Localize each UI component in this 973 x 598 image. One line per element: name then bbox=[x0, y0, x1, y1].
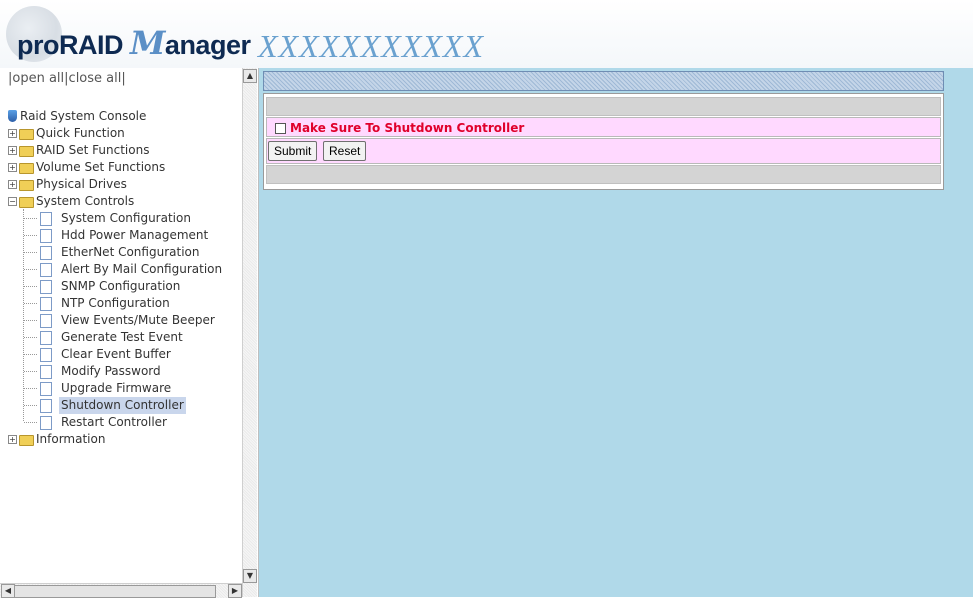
tree-connector bbox=[24, 303, 37, 305]
scroll-up-icon[interactable]: ▲ bbox=[243, 69, 257, 83]
sidebar: |open all|close all| Raid System Console… bbox=[0, 68, 259, 598]
expand-icon[interactable]: + bbox=[8, 180, 17, 189]
tree-connector bbox=[24, 354, 37, 356]
page-icon bbox=[40, 416, 52, 430]
folder-icon bbox=[19, 129, 34, 140]
shutdown-form: Make Sure To Shutdown Controller Submit … bbox=[263, 93, 944, 190]
open-folder-icon bbox=[19, 197, 34, 208]
tree-connector bbox=[24, 269, 37, 271]
content-title-bar bbox=[263, 71, 944, 91]
page-icon bbox=[40, 263, 52, 277]
menu-item-label-selected: Shutdown Controller bbox=[59, 397, 186, 414]
scroll-right-icon[interactable]: ▶ bbox=[228, 584, 242, 598]
submit-button[interactable]: Submit bbox=[268, 141, 318, 161]
page-icon bbox=[40, 331, 52, 345]
menu-item-label: Generate Test Event bbox=[61, 330, 183, 344]
close-all-link[interactable]: close all bbox=[69, 71, 122, 86]
tree-connector bbox=[24, 337, 37, 339]
scroll-thumb[interactable] bbox=[14, 585, 216, 598]
confirm-label: Make Sure To Shutdown Controller bbox=[290, 121, 525, 135]
tree-connector bbox=[24, 252, 37, 254]
confirm-row: Make Sure To Shutdown Controller bbox=[266, 117, 941, 137]
button-row: Submit Reset bbox=[266, 138, 941, 164]
confirm-checkbox[interactable] bbox=[275, 123, 286, 134]
page-icon bbox=[40, 246, 52, 260]
page-icon bbox=[40, 382, 52, 396]
brand-name: XXXXXXXXXXX bbox=[258, 28, 485, 64]
logo-part: anager bbox=[164, 30, 251, 60]
tree-connector bbox=[24, 320, 37, 322]
page-icon bbox=[40, 348, 52, 362]
tree-connector bbox=[24, 218, 37, 220]
page-icon bbox=[40, 229, 52, 243]
horizontal-scrollbar[interactable]: ◀ ▶ bbox=[0, 583, 242, 598]
logo-part: proRAID bbox=[17, 30, 130, 60]
menu-item-label: EtherNet Configuration bbox=[61, 245, 200, 259]
menu-item-label: Alert By Mail Configuration bbox=[61, 262, 223, 276]
tree-connector bbox=[24, 388, 37, 390]
page-icon bbox=[40, 365, 52, 379]
folder-label: System Controls bbox=[36, 194, 135, 208]
expand-icon[interactable]: + bbox=[8, 129, 17, 138]
folder-icon bbox=[19, 146, 34, 157]
folder-icon bbox=[19, 180, 34, 191]
logo-script-m: M bbox=[130, 24, 165, 62]
menu-item-label: View Events/Mute Beeper bbox=[61, 313, 215, 327]
folder-label: Information bbox=[36, 432, 106, 446]
console-icon bbox=[8, 110, 17, 122]
scroll-left-icon[interactable]: ◀ bbox=[1, 584, 15, 598]
menu-item-label: Upgrade Firmware bbox=[61, 381, 172, 395]
menu-item-label: Modify Password bbox=[61, 364, 161, 378]
tree-connector bbox=[24, 371, 37, 373]
page-icon bbox=[40, 212, 52, 226]
reset-button[interactable]: Reset bbox=[323, 141, 367, 161]
tree-root-label: Raid System Console bbox=[20, 109, 147, 123]
folder-icon bbox=[19, 435, 34, 446]
folder-icon bbox=[19, 163, 34, 174]
vertical-scrollbar[interactable]: ▲ ▼ bbox=[242, 68, 257, 597]
expand-icon[interactable]: + bbox=[8, 163, 17, 172]
open-close-links: |open all|close all| bbox=[8, 71, 126, 86]
collapse-icon[interactable]: − bbox=[8, 197, 17, 206]
expand-icon[interactable]: + bbox=[8, 146, 17, 155]
tree-connector bbox=[24, 422, 37, 424]
expand-icon[interactable]: + bbox=[8, 435, 17, 444]
folder-label: Physical Drives bbox=[36, 177, 127, 191]
page-icon bbox=[40, 314, 52, 328]
menu-item-label: Hdd Power Management bbox=[61, 228, 209, 242]
menu-item-label: NTP Configuration bbox=[61, 296, 170, 310]
folder-label: Volume Set Functions bbox=[36, 160, 166, 174]
menu-item-label: Restart Controller bbox=[61, 415, 167, 429]
page-icon bbox=[40, 297, 52, 311]
open-all-link[interactable]: open all bbox=[12, 71, 64, 86]
logo: proRAID Manager bbox=[17, 24, 251, 62]
page-icon bbox=[40, 280, 52, 294]
form-footer-row bbox=[266, 165, 941, 184]
menu-item-label: Clear Event Buffer bbox=[61, 347, 171, 361]
tree-connector bbox=[24, 405, 37, 407]
tree-connector bbox=[24, 235, 37, 237]
tree-connector bbox=[24, 286, 37, 288]
menu-item-label: SNMP Configuration bbox=[61, 279, 181, 293]
folder-label: RAID Set Functions bbox=[36, 143, 150, 157]
folder-label: Quick Function bbox=[36, 126, 125, 140]
header: proRAID Manager XXXXXXXXXXX bbox=[0, 0, 973, 68]
scroll-down-icon[interactable]: ▼ bbox=[243, 569, 257, 583]
menu-item-label: System Configuration bbox=[61, 211, 191, 225]
form-header-row bbox=[266, 97, 941, 116]
page-icon bbox=[40, 399, 52, 413]
content-area: Make Sure To Shutdown Controller Submit … bbox=[259, 68, 973, 597]
